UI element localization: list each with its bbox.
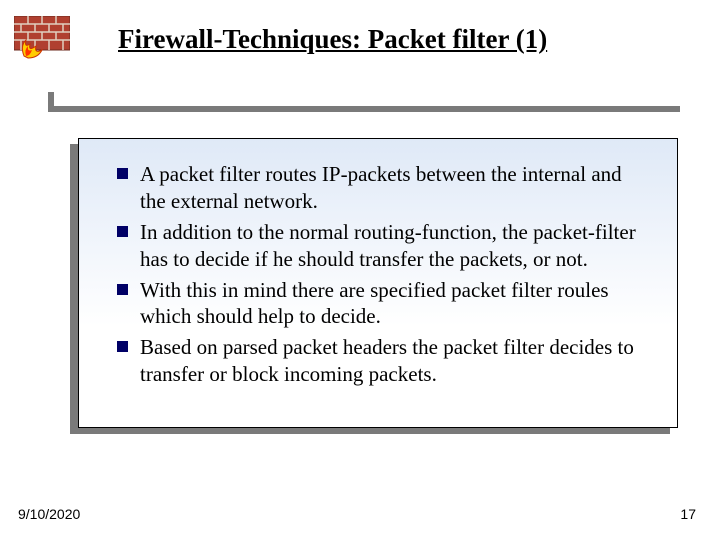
content-box: A packet filter routes IP-packets betwee… (78, 138, 678, 428)
footer-page-number: 17 (680, 506, 696, 522)
title-rule-shadow-horizontal (48, 106, 680, 112)
bullet-text: A packet filter routes IP-packets betwee… (140, 161, 649, 215)
list-item: A packet filter routes IP-packets betwee… (99, 161, 649, 215)
bullet-icon (117, 168, 128, 179)
bullet-icon (117, 284, 128, 295)
slide-title: Firewall-Techniques: Packet filter (1) (118, 24, 680, 55)
footer-date: 9/10/2020 (18, 506, 80, 522)
bullet-icon (117, 226, 128, 237)
list-item: In addition to the normal routing-functi… (99, 219, 649, 273)
bullet-text: In addition to the normal routing-functi… (140, 219, 649, 273)
bullet-text: With this in mind there are specified pa… (140, 277, 649, 331)
firewall-logo (14, 16, 70, 60)
list-item: With this in mind there are specified pa… (99, 277, 649, 331)
bullet-text: Based on parsed packet headers the packe… (140, 334, 649, 388)
slide: Firewall-Techniques: Packet filter (1) A… (0, 0, 720, 540)
bullet-list: A packet filter routes IP-packets betwee… (79, 139, 677, 408)
list-item: Based on parsed packet headers the packe… (99, 334, 649, 388)
bullet-icon (117, 341, 128, 352)
